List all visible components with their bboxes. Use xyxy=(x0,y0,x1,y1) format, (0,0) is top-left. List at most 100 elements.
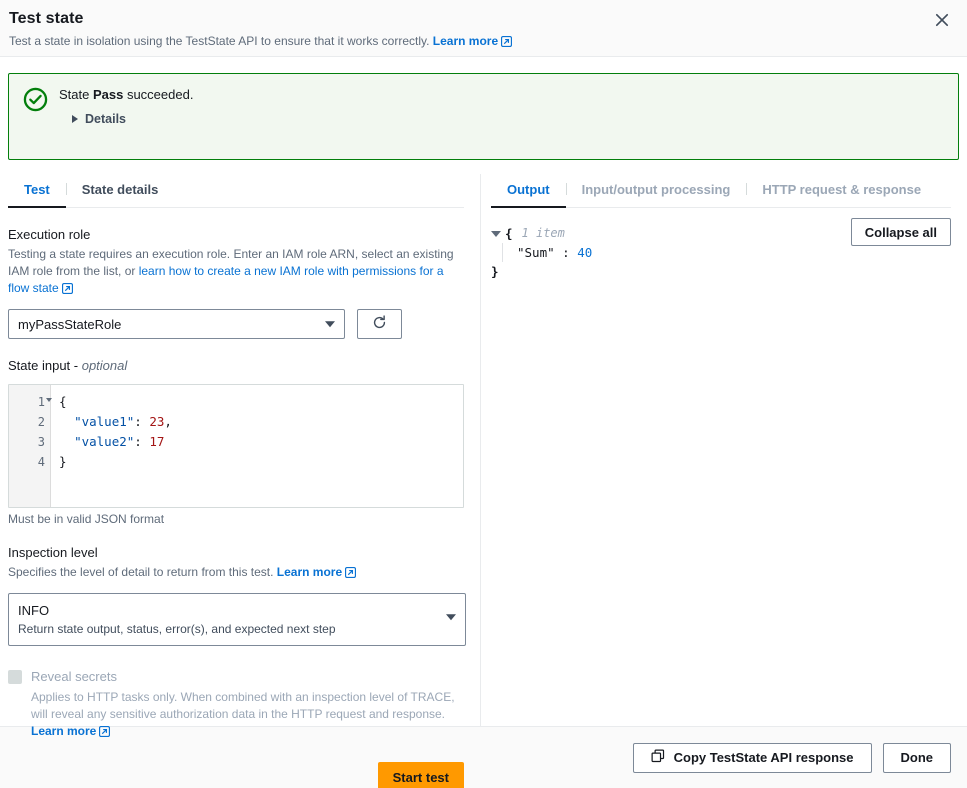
inspection-level-description: Specifies the level of detail to return … xyxy=(8,564,460,583)
state-input-code[interactable]: { "value1": 23, "value2": 17} xyxy=(51,385,463,507)
close-icon xyxy=(935,13,949,30)
close-button[interactable] xyxy=(927,6,957,36)
tab-http-request-response-label: HTTP request & response xyxy=(762,182,921,197)
header-description: Test a state in isolation using the Test… xyxy=(9,33,947,51)
line-number: 4 xyxy=(9,452,50,472)
json-item-count: 1 item xyxy=(522,224,565,243)
inspection-level-selected-description: Return state output, status, error(s), a… xyxy=(18,621,433,638)
inspection-level-learn-more-link[interactable]: Learn more xyxy=(277,565,356,579)
copy-icon xyxy=(651,749,665,766)
line-number-value: 3 xyxy=(38,435,45,449)
state-input-editor[interactable]: 1 2 3 4 { "value1": 23, "value2": 17} xyxy=(8,384,464,508)
tab-input-output-processing-label: Input/output processing xyxy=(582,182,731,197)
line-number-value: 2 xyxy=(38,415,45,429)
tab-http-request-response[interactable]: HTTP request & response xyxy=(746,174,937,208)
test-state-dialog: Test state Test a state in isolation usi… xyxy=(0,0,967,788)
external-link-icon xyxy=(62,282,73,299)
reveal-secrets-description-text: Applies to HTTP tasks only. When combine… xyxy=(31,690,455,721)
refresh-icon xyxy=(371,314,388,334)
collapse-all-button[interactable]: Collapse all xyxy=(851,218,951,246)
execution-role-description: Testing a state requires an execution ro… xyxy=(8,246,460,299)
output-area: Collapse all { 1 item "Sum" : 40 } xyxy=(491,224,951,281)
inspection-level-selected-value: INFO xyxy=(18,601,433,620)
tab-state-details[interactable]: State details xyxy=(66,174,175,208)
tab-output[interactable]: Output xyxy=(491,174,566,208)
chevron-down-icon xyxy=(325,321,335,327)
external-link-icon xyxy=(501,35,512,51)
execution-role-selected-value: myPassStateRole xyxy=(18,317,121,332)
page-title: Test state xyxy=(9,9,947,29)
inspection-level-field: Inspection level Specifies the level of … xyxy=(8,544,464,646)
state-input-optional-tag: optional xyxy=(82,358,128,373)
status-success-icon xyxy=(23,87,48,145)
json-close-brace: } xyxy=(491,262,951,281)
chevron-down-icon xyxy=(446,614,456,620)
tab-state-details-label: State details xyxy=(82,182,159,197)
success-alert: State Pass succeeded. Details xyxy=(8,73,959,160)
execution-role-label: Execution role xyxy=(8,226,464,244)
alert-details-label: Details xyxy=(85,112,126,126)
json-property-key: "Sum" xyxy=(517,245,555,260)
tab-test-label: Test xyxy=(24,182,50,197)
header-description-text: Test a state in isolation using the Test… xyxy=(9,34,429,48)
tab-input-output-processing[interactable]: Input/output processing xyxy=(566,174,747,208)
state-input-hint: Must be in valid JSON format xyxy=(8,512,464,526)
state-input-label-text: State input - xyxy=(8,358,82,373)
alert-title-state: Pass xyxy=(93,87,123,102)
inspection-level-learn-more-label: Learn more xyxy=(277,565,342,579)
start-test-row: Start test xyxy=(8,762,464,788)
line-number-value: 1 xyxy=(38,395,45,409)
reveal-secrets-learn-more-label: Learn more xyxy=(31,724,96,738)
inspection-level-description-text: Specifies the level of detail to return … xyxy=(8,565,277,579)
json-colon: : xyxy=(562,245,570,260)
alert-details-toggle[interactable]: Details xyxy=(72,112,126,126)
execution-role-select[interactable]: myPassStateRole xyxy=(8,309,345,339)
left-panel: Test State details Execution role Testin… xyxy=(0,174,481,726)
json-open-brace: { xyxy=(505,224,513,243)
editor-gutter: 1 2 3 4 xyxy=(9,385,51,507)
header-learn-more-link[interactable]: Learn more xyxy=(433,34,512,48)
json-property-value: 40 xyxy=(577,245,592,260)
line-number-value: 4 xyxy=(38,455,45,469)
state-input-label: State input - optional xyxy=(8,357,464,375)
line-number: 2 xyxy=(9,412,50,432)
done-button[interactable]: Done xyxy=(883,743,952,773)
reveal-secrets-field: Reveal secrets Applies to HTTP tasks onl… xyxy=(8,668,464,742)
right-panel: Output Input/output processing HTTP requ… xyxy=(481,174,967,726)
caret-down-icon[interactable] xyxy=(491,231,501,237)
alert-title: State Pass succeeded. xyxy=(59,86,193,104)
code-line: "value1": 23, xyxy=(59,412,463,432)
right-tablist: Output Input/output processing HTTP requ… xyxy=(491,174,951,208)
inspection-level-label: Inspection level xyxy=(8,544,464,562)
state-input-field: State input - optional 1 2 3 4 { "value1… xyxy=(8,357,464,526)
alert-title-suffix: succeeded. xyxy=(123,87,193,102)
start-test-button[interactable]: Start test xyxy=(378,762,464,788)
chevron-right-icon xyxy=(72,115,78,123)
code-line: { xyxy=(59,392,463,412)
inspection-level-select[interactable]: INFO Return state output, status, error(… xyxy=(8,593,466,646)
external-link-icon xyxy=(99,725,110,742)
left-tablist: Test State details xyxy=(8,174,464,208)
reveal-secrets-label: Reveal secrets xyxy=(31,668,464,686)
alert-title-prefix: State xyxy=(59,87,93,102)
reveal-secrets-description: Applies to HTTP tasks only. When combine… xyxy=(31,689,464,742)
external-link-icon xyxy=(345,566,356,583)
code-line: } xyxy=(59,452,463,472)
tab-output-label: Output xyxy=(507,182,550,197)
code-line: "value2": 17 xyxy=(59,432,463,452)
reveal-secrets-learn-more-link[interactable]: Learn more xyxy=(31,724,110,738)
fold-triangle-icon[interactable] xyxy=(46,398,52,402)
done-label: Done xyxy=(901,750,934,765)
refresh-roles-button[interactable] xyxy=(357,309,402,339)
reveal-secrets-checkbox xyxy=(8,670,22,684)
dialog-header: Test state Test a state in isolation usi… xyxy=(0,0,967,57)
line-number: 1 xyxy=(9,392,50,412)
copy-teststate-api-response-label: Copy TestState API response xyxy=(674,750,854,765)
dialog-body: Test State details Execution role Testin… xyxy=(0,160,967,726)
alert-region: State Pass succeeded. Details xyxy=(0,57,967,160)
execution-role-field: Execution role Testing a state requires … xyxy=(8,226,464,339)
copy-teststate-api-response-button[interactable]: Copy TestState API response xyxy=(633,743,872,773)
header-learn-more-label: Learn more xyxy=(433,34,498,48)
tab-test[interactable]: Test xyxy=(8,174,66,208)
execution-role-controls: myPassStateRole xyxy=(8,309,464,339)
